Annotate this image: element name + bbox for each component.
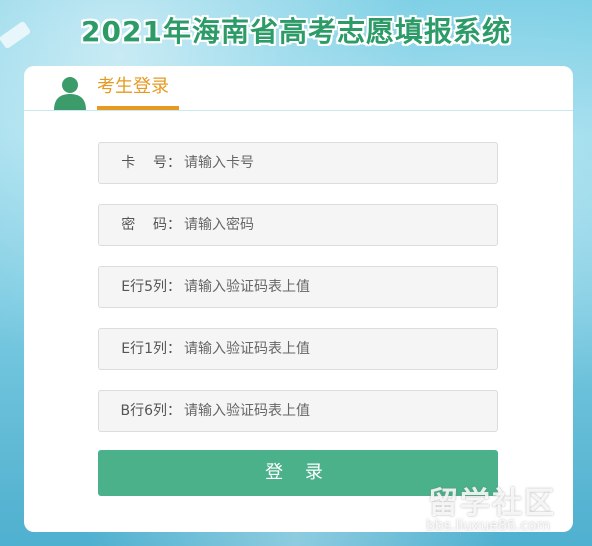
- verify-code-input-b6[interactable]: [184, 391, 484, 431]
- verify-code-field-b6[interactable]: B行6列：: [98, 390, 498, 432]
- watermark-text: 留学社区: [428, 486, 556, 521]
- verify-code-input-e5[interactable]: [184, 267, 484, 307]
- watermark: 留学社区 bbs.liuxue86.com: [420, 478, 590, 542]
- page-title: 2021年海南省高考志愿填报系统: [81, 15, 511, 48]
- verify-code-input-e1[interactable]: [184, 329, 484, 369]
- tab-student-login[interactable]: 考生登录: [97, 74, 179, 110]
- watermark-url: bbs.liuxue86.com: [426, 518, 551, 534]
- verify-code-label-e1: E行1列：: [121, 341, 181, 357]
- verify-code-label-b6: B行6列：: [120, 403, 181, 419]
- password-label: 密 码：: [121, 217, 181, 233]
- user-avatar-icon: [54, 77, 86, 110]
- card-number-field[interactable]: 卡 号：: [98, 142, 498, 184]
- login-card: 考生登录 卡 号： 密 码： E行5列： E行1列： B行6列： 登 录: [24, 66, 573, 532]
- password-field[interactable]: 密 码：: [98, 204, 498, 246]
- card-header: 考生登录: [24, 66, 573, 111]
- password-input[interactable]: [184, 205, 484, 245]
- card-number-label: 卡 号：: [121, 155, 181, 171]
- verify-code-label-e5: E行5列：: [121, 279, 181, 295]
- verify-code-field-e1[interactable]: E行1列：: [98, 328, 498, 370]
- verify-code-field-e5[interactable]: E行5列：: [98, 266, 498, 308]
- card-number-input[interactable]: [184, 143, 484, 183]
